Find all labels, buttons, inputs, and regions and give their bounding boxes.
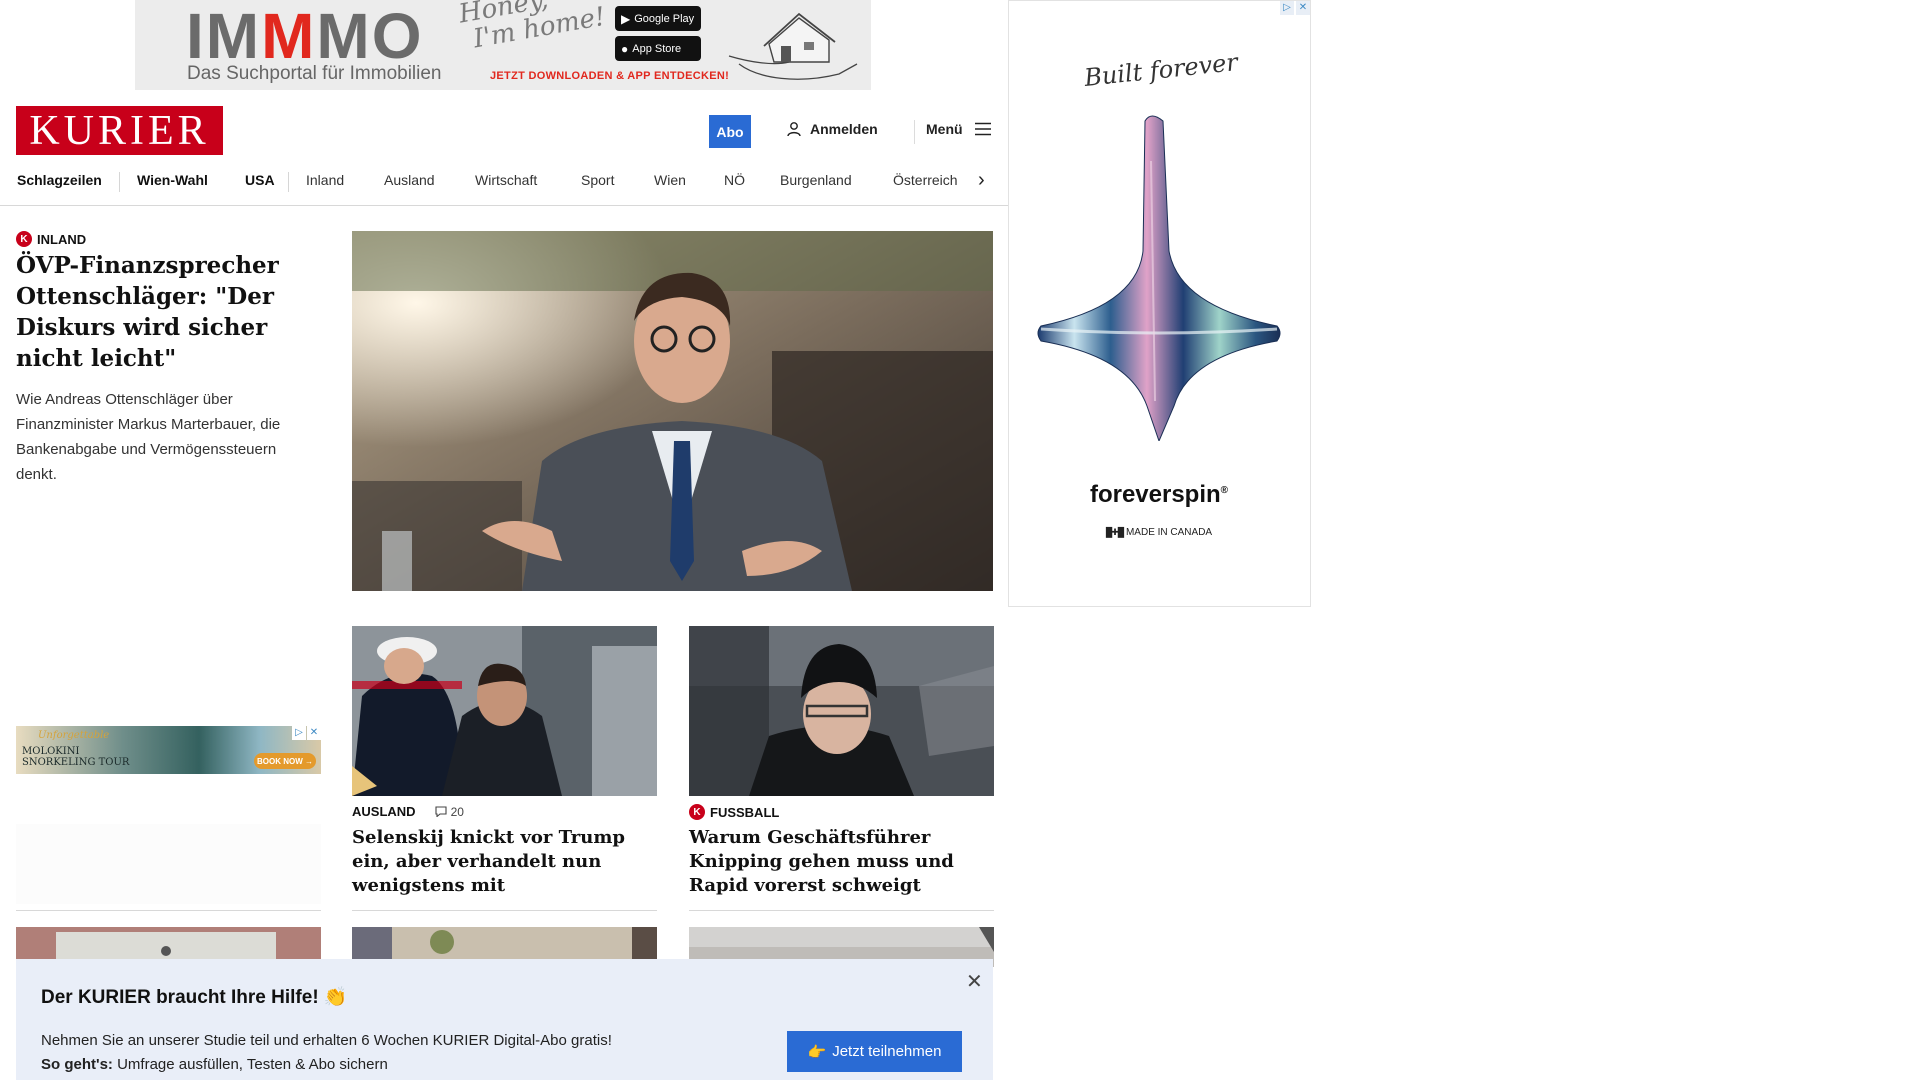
comment-icon xyxy=(435,806,447,817)
nav-item-wirtschaft[interactable]: Wirtschaft xyxy=(475,172,537,188)
nav-divider xyxy=(119,172,120,192)
survey-join-label: Jetzt teilnehmen xyxy=(832,1043,942,1060)
canada-flag-icon: █✚█ xyxy=(1105,527,1124,537)
survey-line2: So geht's: Umfrage ausfüllen, Testen & A… xyxy=(41,1056,388,1073)
adchoices-icon[interactable]: ▷ xyxy=(292,726,306,740)
comments-count[interactable]: 20 xyxy=(435,805,464,819)
section-nav: Schlagzeilen Wien-Wahl USA Inland Auslan… xyxy=(0,166,1008,206)
immmo-logo: IMMMO xyxy=(186,0,424,72)
lead-teaser[interactable]: Wie Andreas Ottenschläger über Finanzmin… xyxy=(16,387,321,487)
lead-photo[interactable] xyxy=(352,231,993,591)
top-ad-banner[interactable]: IMMMO Das Suchportal für Immobilien Hone… xyxy=(135,0,871,90)
menu-label: Menü xyxy=(926,121,963,137)
nav-divider xyxy=(288,172,289,192)
pointing-hand-icon: 👉 xyxy=(807,1043,827,1061)
foreverspin-script: Built forever xyxy=(1082,48,1240,92)
survey-join-button[interactable]: 👉 Jetzt teilnehmen xyxy=(787,1031,962,1072)
close-ad-icon[interactable]: ✕ xyxy=(307,726,321,740)
chevron-right-icon[interactable]: › xyxy=(978,169,985,192)
survey-banner: Der KURIER braucht Ihre Hilfe! 👏 ✕ Nehme… xyxy=(16,959,993,1080)
nav-item-noe[interactable]: NÖ xyxy=(724,172,745,188)
apple-icon: ● xyxy=(621,41,629,56)
kurier-k-icon: K xyxy=(689,804,705,820)
divider xyxy=(352,910,657,911)
immmo-cta: JETZT DOWNLOADEN & APP ENTDECKEN! xyxy=(490,70,730,82)
ad-choices-badge[interactable]: ▷ ✕ xyxy=(1280,1,1310,15)
made-in-canada: █✚█ MADE IN CANADA xyxy=(1105,527,1213,538)
immmo-handwriting: Honey, I'm home! xyxy=(456,0,608,55)
google-play-badge[interactable]: ▶ Google Play xyxy=(615,6,701,31)
nav-item-burgenland[interactable]: Burgenland xyxy=(780,172,852,188)
lead-kicker: K INLAND xyxy=(16,231,86,247)
card-headline-knipping[interactable]: Warum Geschäftsführer Knipping gehen mus… xyxy=(689,826,994,898)
login-button[interactable]: Anmelden xyxy=(786,121,878,137)
lead-headline[interactable]: ÖVP-Finanzsprecher Ottenschläger: "Der D… xyxy=(16,250,321,374)
header-divider xyxy=(914,120,915,144)
survey-title: Der KURIER braucht Ihre Hilfe! 👏 xyxy=(41,987,348,1008)
card-photo-knipping[interactable] xyxy=(689,626,994,796)
menu-button[interactable]: Menü xyxy=(926,121,991,137)
foreverspin-brand: foreverspin® xyxy=(1089,481,1229,508)
nav-item-wien-wahl[interactable]: Wien-Wahl xyxy=(137,172,208,188)
immmo-tagline: Das Suchportal für Immobilien xyxy=(187,63,442,84)
adchoices-icon[interactable]: ▷ xyxy=(1280,1,1294,15)
book-now-button[interactable]: BOOK NOW → xyxy=(254,753,316,769)
empty-ad-slot xyxy=(16,824,321,904)
nav-item-schlagzeilen[interactable]: Schlagzeilen xyxy=(17,172,102,188)
survey-line1: Nehmen Sie an unserer Studie teil und er… xyxy=(41,1032,612,1049)
nav-item-sport[interactable]: Sport xyxy=(581,172,614,188)
card-photo-selenskij[interactable] xyxy=(352,626,657,796)
kurier-logo[interactable]: KURIER xyxy=(16,106,223,155)
close-ad-icon[interactable]: ✕ xyxy=(1296,1,1310,15)
divider xyxy=(689,910,994,911)
nav-item-wien[interactable]: Wien xyxy=(654,172,686,188)
ad-line2: MOLOKINI SNORKELING TOUR xyxy=(22,746,130,768)
divider xyxy=(16,910,321,911)
kurier-k-icon: K xyxy=(16,231,32,247)
nav-item-inland[interactable]: Inland xyxy=(306,172,344,188)
card-kicker-ausland: AUSLAND 20 xyxy=(352,804,464,819)
login-label: Anmelden xyxy=(810,121,878,137)
nav-item-ausland[interactable]: Ausland xyxy=(384,172,435,188)
nav-item-oesterreich[interactable]: Österreich xyxy=(893,172,958,188)
hamburger-icon xyxy=(974,122,991,136)
ad-choices-badge[interactable]: ▷ ✕ xyxy=(292,726,321,740)
card-kicker-fussball: K FUSSBALL xyxy=(689,804,779,820)
app-store-badge[interactable]: ● App Store xyxy=(615,36,701,61)
house-in-hand-illustration xyxy=(728,12,858,80)
nav-item-usa[interactable]: USA xyxy=(245,172,275,188)
ad-line1: Unforgettable xyxy=(38,730,110,741)
close-icon[interactable]: ✕ xyxy=(966,969,983,994)
survey-text: Nehmen Sie an unserer Studie teil und er… xyxy=(41,1029,612,1077)
right-ad-banner[interactable]: ▷ ✕ Built forever foreverspin® █✚█ MADE I… xyxy=(1008,0,1311,607)
molokini-ad[interactable]: Unforgettable MOLOKINI SNORKELING TOUR BO… xyxy=(16,726,321,774)
abo-button[interactable]: Abo xyxy=(709,115,751,148)
play-icon: ▶ xyxy=(621,11,631,26)
spinning-top-illustration xyxy=(1037,115,1281,441)
user-icon xyxy=(787,122,801,137)
card-headline-selenskij[interactable]: Selenskij knickt vor Trump ein, aber ver… xyxy=(352,826,657,898)
